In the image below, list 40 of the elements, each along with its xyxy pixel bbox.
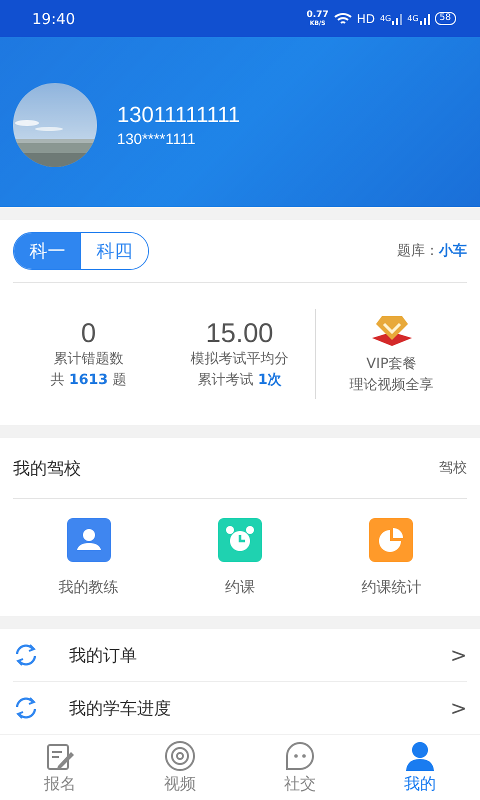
network-speed: 0.77 <box>306 10 329 20</box>
chevron-icon: > <box>450 696 467 720</box>
menu-item[interactable]: 我的学车进度 > <box>13 682 467 734</box>
stat-note: 累计考试 1次 <box>197 370 282 390</box>
hd-label: HD <box>356 12 375 26</box>
vip-title[interactable]: VIP套餐 <box>366 354 417 375</box>
stat-note: 共 1613 题 <box>50 370 126 390</box>
pie-chart-icon[interactable] <box>369 518 414 562</box>
stat-label: 累计错题数 <box>54 350 124 368</box>
person-icon <box>404 740 436 772</box>
signal-label: 4G <box>380 14 392 22</box>
stat-label: 模拟考试平均分 <box>190 350 288 368</box>
school-item-label[interactable]: 我的教练 <box>58 578 119 597</box>
user-name: 13011111111 <box>117 102 240 128</box>
alarm-clock-icon[interactable] <box>218 518 262 562</box>
status-time: 19:40 <box>32 10 76 28</box>
user-phone: 130****1111 <box>117 131 196 148</box>
subject-tab[interactable]: 科一 <box>14 233 81 269</box>
wifi-icon <box>334 12 352 26</box>
refresh-icon <box>13 642 39 668</box>
signal-icon <box>392 12 402 24</box>
disc-icon <box>164 740 196 772</box>
school-item-label[interactable]: 约课统计 <box>361 578 422 597</box>
stat-value: 15.00 <box>206 318 274 348</box>
menu-label: 我的订单 <box>69 644 138 666</box>
school-item-label[interactable]: 约课 <box>224 578 255 597</box>
question-bank[interactable]: 题库：小车 <box>397 242 467 260</box>
chevron-icon: > <box>450 643 467 667</box>
section-title: 我的驾校 <box>13 458 81 480</box>
refresh-icon <box>13 695 39 721</box>
school-link[interactable]: 驾校 <box>439 459 467 477</box>
menu-item[interactable]: 我的订单 > <box>13 629 467 682</box>
chat-bubble-icon <box>284 740 316 772</box>
battery-level: 58 <box>434 12 456 25</box>
stat-value: 0 <box>80 318 96 348</box>
menu-label: 我的学车进度 <box>69 698 172 720</box>
signal-label: 4G <box>407 14 419 22</box>
signal-icon <box>420 12 430 24</box>
coach-icon[interactable] <box>66 518 111 562</box>
vip-subtitle: 理论视频全享 <box>350 376 434 395</box>
